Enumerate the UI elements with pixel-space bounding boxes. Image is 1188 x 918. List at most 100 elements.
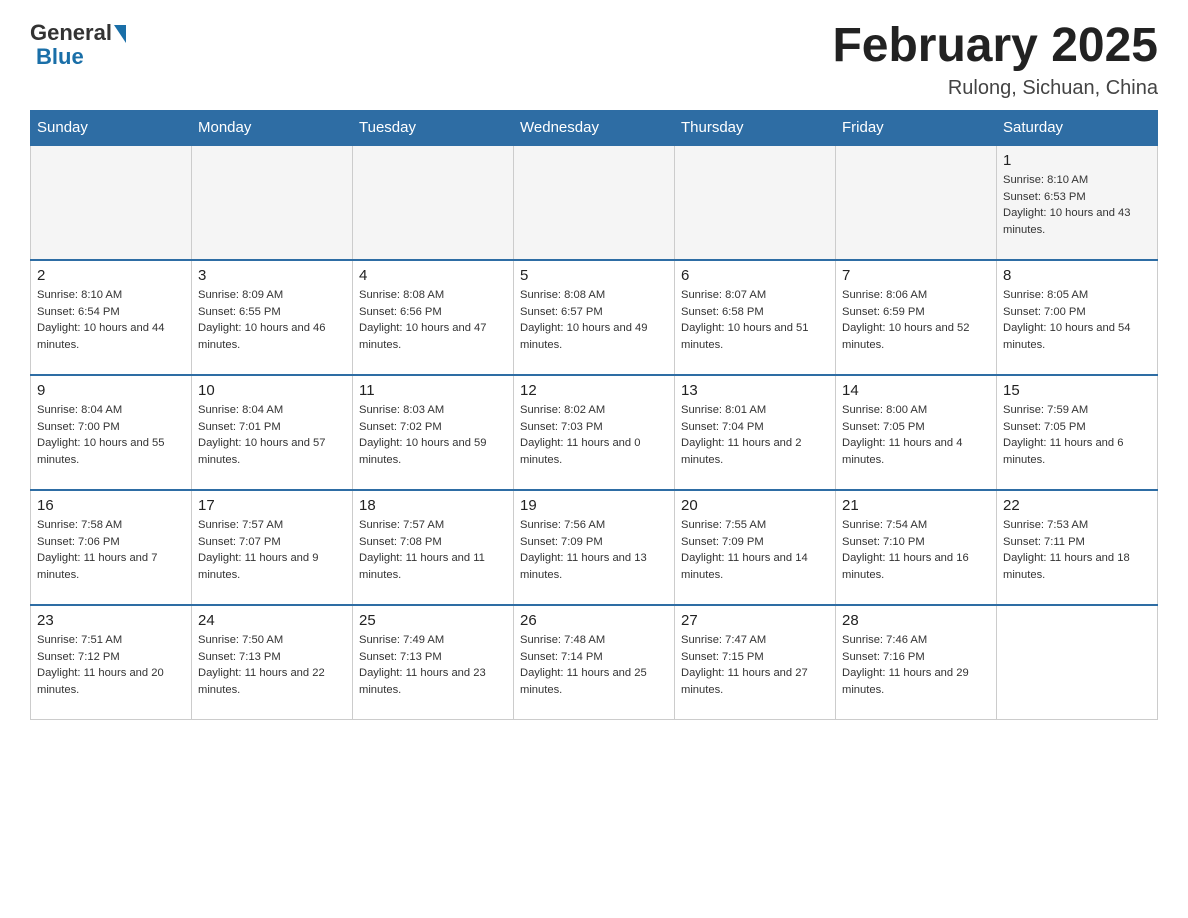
calendar-cell: 2Sunrise: 8:10 AM Sunset: 6:54 PM Daylig…: [31, 260, 192, 375]
calendar-title: February 2025: [832, 20, 1158, 73]
calendar-cell: [31, 145, 192, 260]
calendar-cell: [353, 145, 514, 260]
day-info: Sunrise: 8:09 AM Sunset: 6:55 PM Dayligh…: [198, 287, 346, 354]
day-info: Sunrise: 8:08 AM Sunset: 6:57 PM Dayligh…: [520, 287, 668, 354]
week-row-1: 2Sunrise: 8:10 AM Sunset: 6:54 PM Daylig…: [31, 260, 1158, 375]
day-number: 13: [681, 382, 829, 399]
calendar-cell: 10Sunrise: 8:04 AM Sunset: 7:01 PM Dayli…: [192, 375, 353, 490]
day-info: Sunrise: 8:04 AM Sunset: 7:00 PM Dayligh…: [37, 402, 185, 469]
calendar-cell: 6Sunrise: 8:07 AM Sunset: 6:58 PM Daylig…: [675, 260, 836, 375]
header-cell-monday: Monday: [192, 110, 353, 145]
logo: General Blue: [30, 20, 126, 70]
calendar-cell: 15 Sunrise: 7:59 AM Sunset: 7:05 PM Dayli…: [997, 375, 1158, 490]
day-info: Sunrise: 8:06 AM Sunset: 6:59 PM Dayligh…: [842, 287, 990, 354]
day-number: 3: [198, 267, 346, 284]
calendar-cell: [836, 145, 997, 260]
day-number: 2: [37, 267, 185, 284]
calendar-cell: 18 Sunrise: 7:57 AM Sunset: 7:08 PM Dayli…: [353, 490, 514, 605]
page-header: General Blue February 2025 Rulong, Sichu…: [30, 20, 1158, 100]
day-info: Sunrise: 7:54 AM Sunset: 7:10 PM Dayligh…: [842, 517, 990, 584]
calendar-cell: 23 Sunrise: 7:51 AM Sunset: 7:12 PM Dayli…: [31, 605, 192, 720]
calendar-cell: 24Sunrise: 7:50 AM Sunset: 7:13 PM Dayli…: [192, 605, 353, 720]
calendar-cell: 17 Sunrise: 7:57 AM Sunset: 7:07 PM Dayli…: [192, 490, 353, 605]
calendar-cell: 13 Sunrise: 8:01 AM Sunset: 7:04 PM Dayli…: [675, 375, 836, 490]
header-row: SundayMondayTuesdayWednesdayThursdayFrid…: [31, 110, 1158, 145]
calendar-cell: 26Sunrise: 7:48 AM Sunset: 7:14 PM Dayli…: [514, 605, 675, 720]
calendar-cell: 28 Sunrise: 7:46 AM Sunset: 7:16 PM Dayli…: [836, 605, 997, 720]
day-number: 18: [359, 497, 507, 514]
calendar-cell: [675, 145, 836, 260]
day-number: 9: [37, 382, 185, 399]
day-number: 4: [359, 267, 507, 284]
day-number: 26: [520, 612, 668, 629]
calendar-cell: 20 Sunrise: 7:55 AM Sunset: 7:09 PM Dayli…: [675, 490, 836, 605]
day-number: 15: [1003, 382, 1151, 399]
calendar-cell: 22 Sunrise: 7:53 AM Sunset: 7:11 PM Dayli…: [997, 490, 1158, 605]
header-cell-saturday: Saturday: [997, 110, 1158, 145]
day-number: 22: [1003, 497, 1151, 514]
day-info: Sunrise: 8:07 AM Sunset: 6:58 PM Dayligh…: [681, 287, 829, 354]
logo-general-text: General: [30, 20, 112, 46]
day-info: Sunrise: 7:58 AM Sunset: 7:06 PM Dayligh…: [37, 517, 185, 584]
day-number: 7: [842, 267, 990, 284]
header-cell-tuesday: Tuesday: [353, 110, 514, 145]
day-number: 14: [842, 382, 990, 399]
day-number: 5: [520, 267, 668, 284]
calendar-header: SundayMondayTuesdayWednesdayThursdayFrid…: [31, 110, 1158, 145]
day-info: Sunrise: 7:55 AM Sunset: 7:09 PM Dayligh…: [681, 517, 829, 584]
logo-blue-text: Blue: [36, 44, 84, 70]
day-number: 24: [198, 612, 346, 629]
calendar-subtitle: Rulong, Sichuan, China: [832, 77, 1158, 100]
calendar-cell: [997, 605, 1158, 720]
calendar-cell: 19 Sunrise: 7:56 AM Sunset: 7:09 PM Dayli…: [514, 490, 675, 605]
calendar-cell: 27 Sunrise: 7:47 AM Sunset: 7:15 PM Dayli…: [675, 605, 836, 720]
header-cell-thursday: Thursday: [675, 110, 836, 145]
day-info: Sunrise: 7:56 AM Sunset: 7:09 PM Dayligh…: [520, 517, 668, 584]
header-cell-sunday: Sunday: [31, 110, 192, 145]
day-info: Sunrise: 8:03 AM Sunset: 7:02 PM Dayligh…: [359, 402, 507, 469]
day-info: Sunrise: 7:57 AM Sunset: 7:07 PM Dayligh…: [198, 517, 346, 584]
day-number: 16: [37, 497, 185, 514]
day-number: 17: [198, 497, 346, 514]
day-info: Sunrise: 7:53 AM Sunset: 7:11 PM Dayligh…: [1003, 517, 1151, 584]
day-info: Sunrise: 8:05 AM Sunset: 7:00 PM Dayligh…: [1003, 287, 1151, 354]
day-info: Sunrise: 7:46 AM Sunset: 7:16 PM Dayligh…: [842, 632, 990, 699]
calendar-cell: 4 Sunrise: 8:08 AM Sunset: 6:56 PM Daylig…: [353, 260, 514, 375]
calendar-cell: 25Sunrise: 7:49 AM Sunset: 7:13 PM Dayli…: [353, 605, 514, 720]
calendar-table: SundayMondayTuesdayWednesdayThursdayFrid…: [30, 110, 1158, 721]
day-number: 23: [37, 612, 185, 629]
header-cell-friday: Friday: [836, 110, 997, 145]
calendar-cell: 21 Sunrise: 7:54 AM Sunset: 7:10 PM Dayli…: [836, 490, 997, 605]
day-info: Sunrise: 8:10 AM Sunset: 6:53 PM Dayligh…: [1003, 172, 1151, 239]
logo-arrow-icon: [114, 25, 126, 43]
calendar-cell: 7 Sunrise: 8:06 AM Sunset: 6:59 PM Daylig…: [836, 260, 997, 375]
day-info: Sunrise: 7:47 AM Sunset: 7:15 PM Dayligh…: [681, 632, 829, 699]
day-number: 28: [842, 612, 990, 629]
day-info: Sunrise: 7:51 AM Sunset: 7:12 PM Dayligh…: [37, 632, 185, 699]
day-info: Sunrise: 7:49 AM Sunset: 7:13 PM Dayligh…: [359, 632, 507, 699]
day-number: 19: [520, 497, 668, 514]
day-info: Sunrise: 8:08 AM Sunset: 6:56 PM Dayligh…: [359, 287, 507, 354]
day-number: 27: [681, 612, 829, 629]
calendar-cell: 5 Sunrise: 8:08 AM Sunset: 6:57 PM Daylig…: [514, 260, 675, 375]
calendar-cell: 11 Sunrise: 8:03 AM Sunset: 7:02 PM Dayli…: [353, 375, 514, 490]
day-info: Sunrise: 8:01 AM Sunset: 7:04 PM Dayligh…: [681, 402, 829, 469]
week-row-4: 23 Sunrise: 7:51 AM Sunset: 7:12 PM Dayli…: [31, 605, 1158, 720]
day-info: Sunrise: 7:59 AM Sunset: 7:05 PM Dayligh…: [1003, 402, 1151, 469]
day-number: 12: [520, 382, 668, 399]
calendar-cell: [514, 145, 675, 260]
day-number: 10: [198, 382, 346, 399]
header-cell-wednesday: Wednesday: [514, 110, 675, 145]
day-info: Sunrise: 7:57 AM Sunset: 7:08 PM Dayligh…: [359, 517, 507, 584]
week-row-2: 9 Sunrise: 8:04 AM Sunset: 7:00 PM Daylig…: [31, 375, 1158, 490]
day-number: 21: [842, 497, 990, 514]
calendar-cell: 16 Sunrise: 7:58 AM Sunset: 7:06 PM Dayli…: [31, 490, 192, 605]
day-number: 1: [1003, 152, 1151, 169]
day-info: Sunrise: 8:00 AM Sunset: 7:05 PM Dayligh…: [842, 402, 990, 469]
day-number: 11: [359, 382, 507, 399]
day-number: 20: [681, 497, 829, 514]
calendar-cell: 8Sunrise: 8:05 AM Sunset: 7:00 PM Daylig…: [997, 260, 1158, 375]
week-row-3: 16 Sunrise: 7:58 AM Sunset: 7:06 PM Dayli…: [31, 490, 1158, 605]
calendar-cell: 12Sunrise: 8:02 AM Sunset: 7:03 PM Dayli…: [514, 375, 675, 490]
title-block: February 2025 Rulong, Sichuan, China: [832, 20, 1158, 100]
